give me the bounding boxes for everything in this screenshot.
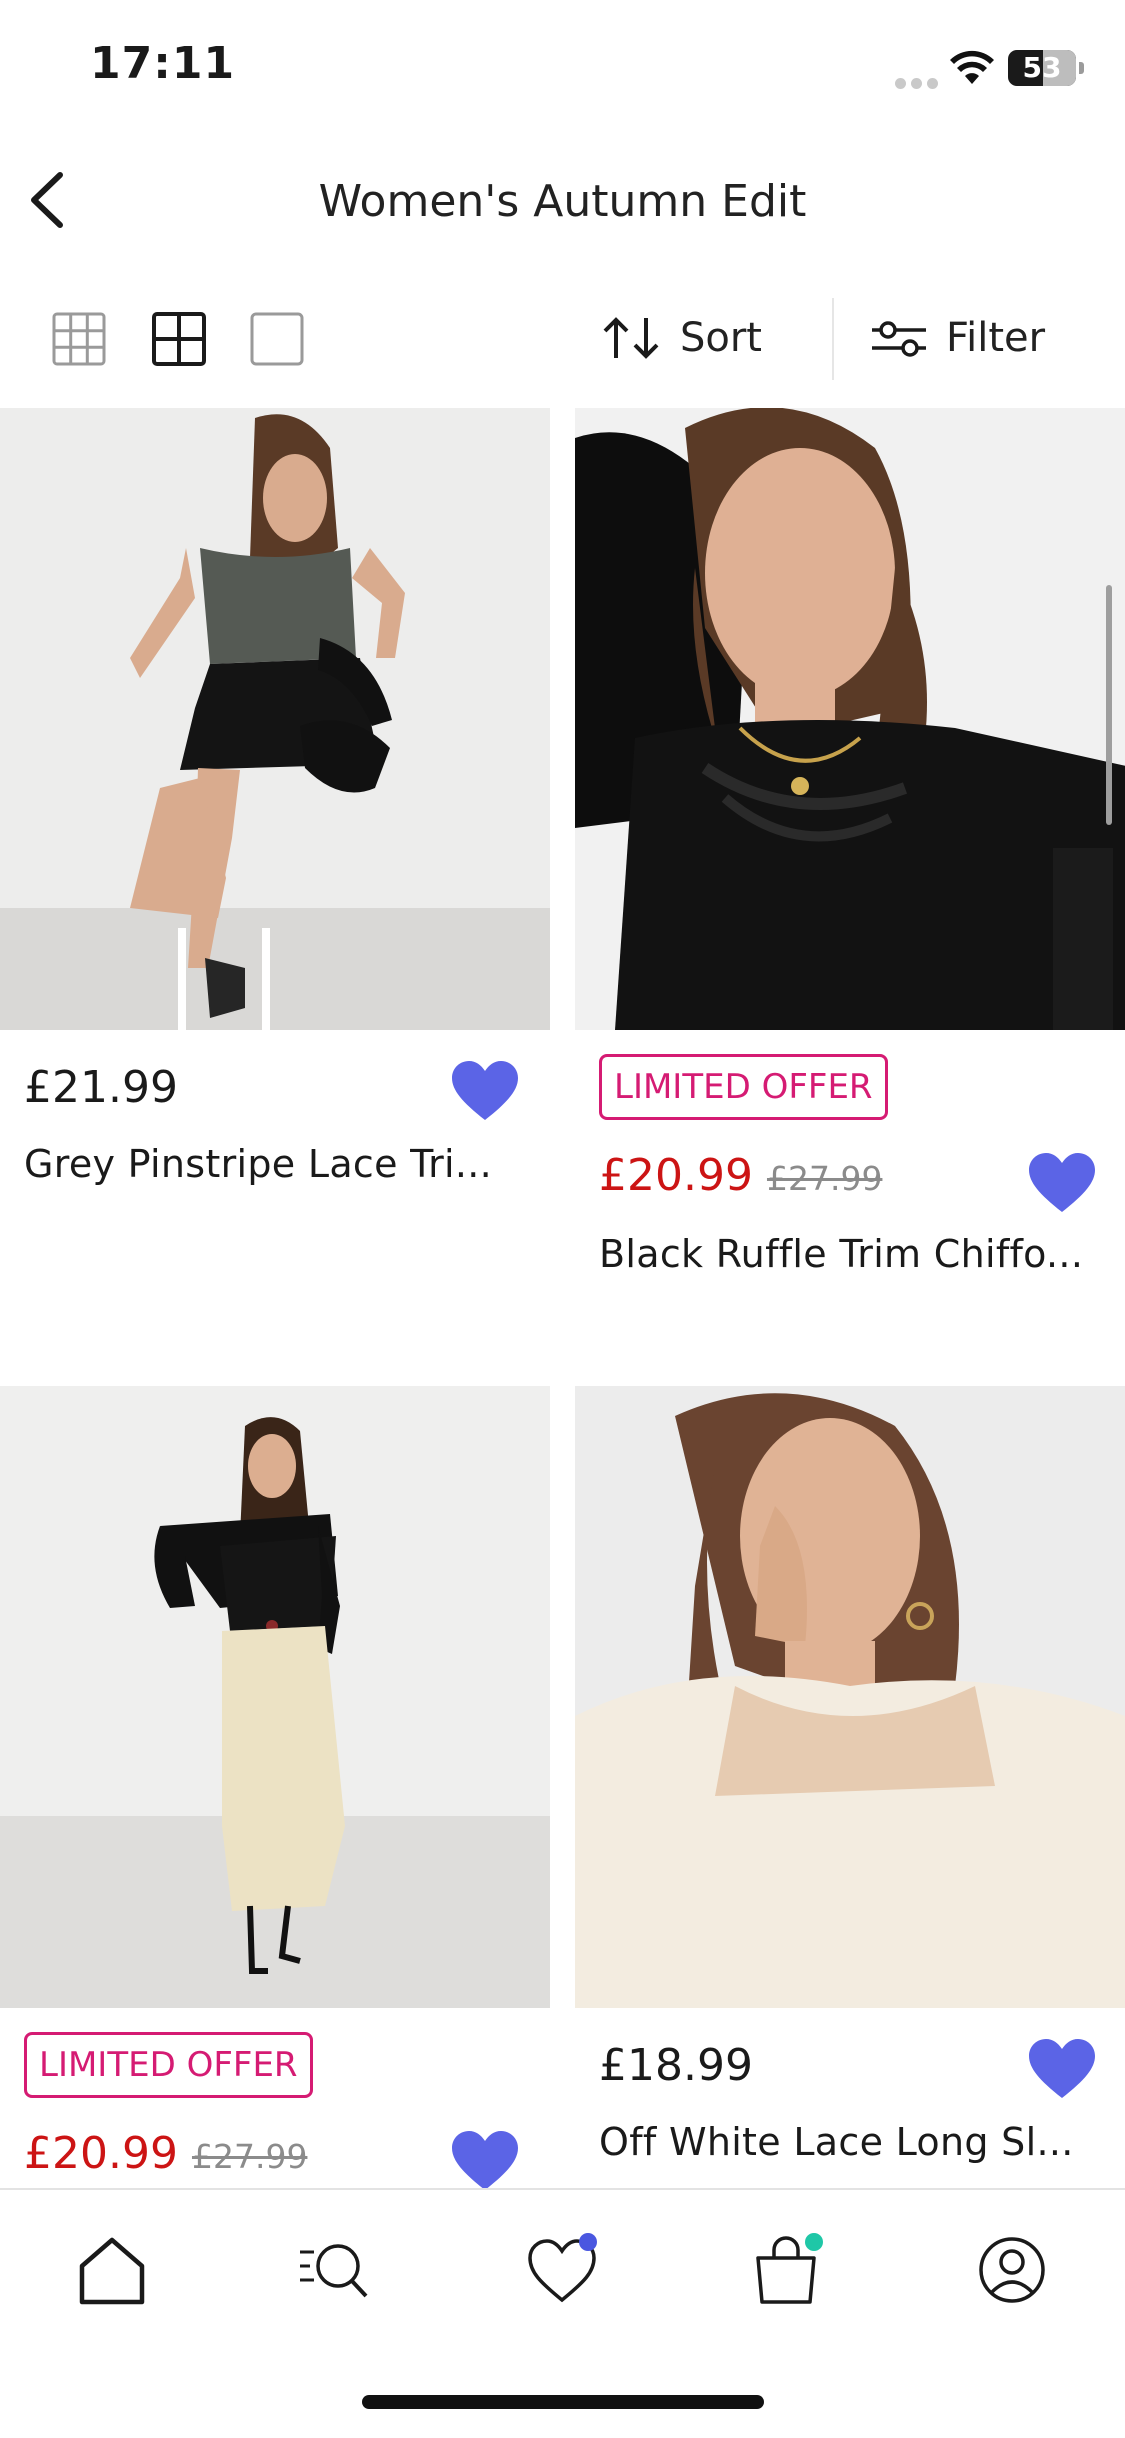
- limited-offer-badge: LIMITED OFFER: [599, 1054, 888, 1120]
- product-card[interactable]: LIMITED OFFER £20.99 £27.99 Black Ruffle …: [575, 408, 1125, 1378]
- heart-filled-icon[interactable]: [450, 1060, 520, 1122]
- product-price: £20.99 £27.99: [24, 2128, 307, 2179]
- toolbar-divider: [832, 298, 834, 380]
- search-icon[interactable]: [296, 2230, 376, 2310]
- filter-button[interactable]: Filter: [870, 308, 1045, 368]
- grid-medium-icon[interactable]: [150, 310, 208, 368]
- status-bar: 17:11 53: [0, 0, 1125, 140]
- grid-single-icon[interactable]: [248, 310, 306, 368]
- sort-label: Sort: [680, 315, 762, 361]
- product-name: Grey Pinstripe Lace Tri...: [24, 1142, 493, 1186]
- heart-filled-icon[interactable]: [1027, 2038, 1097, 2100]
- sale-price: £20.99: [24, 2128, 178, 2179]
- product-image[interactable]: [575, 408, 1125, 1030]
- product-price: £20.99 £27.99: [599, 1150, 882, 1201]
- product-name: Black Ruffle Trim Chiffo...: [599, 1232, 1084, 1276]
- product-image[interactable]: [575, 1386, 1125, 2008]
- battery-level: 53: [1022, 51, 1062, 84]
- product-card[interactable]: £21.99 Grey Pinstripe Lace Tri...: [0, 408, 550, 1378]
- sale-price: £20.99: [599, 1150, 753, 1201]
- sort-arrows-icon: [603, 317, 659, 359]
- product-card[interactable]: £18.99 Off White Lace Long Sl...: [575, 1386, 1125, 2188]
- battery-icon: 53: [1008, 50, 1084, 86]
- was-price: £27.99: [766, 1159, 883, 1198]
- product-image[interactable]: [0, 1386, 550, 2008]
- cellular-signal-icon: [895, 74, 943, 93]
- navigation-bar: Women's Autumn Edit: [0, 140, 1125, 260]
- product-price: £21.99: [24, 1062, 178, 1113]
- wifi-icon: [950, 50, 994, 84]
- home-indicator: [362, 2395, 764, 2409]
- heart-filled-icon[interactable]: [450, 2130, 520, 2188]
- product-name: Off White Lace Long Sl...: [599, 2120, 1074, 2164]
- product-card[interactable]: LIMITED OFFER £20.99 £27.99: [0, 1386, 550, 2188]
- wishlist-icon[interactable]: [522, 2230, 602, 2310]
- status-time: 17:11: [90, 38, 236, 89]
- product-price: £18.99: [599, 2040, 753, 2091]
- limited-offer-badge: LIMITED OFFER: [24, 2032, 313, 2098]
- product-grid: £21.99 Grey Pinstripe Lace Tri... LIMITE…: [0, 408, 1125, 2188]
- product-image[interactable]: [0, 408, 550, 1030]
- heart-filled-icon[interactable]: [1027, 1152, 1097, 1214]
- scrollbar[interactable]: [1106, 585, 1112, 825]
- page-title: Women's Autumn Edit: [318, 176, 807, 227]
- home-icon[interactable]: [72, 2230, 152, 2310]
- account-icon[interactable]: [972, 2230, 1052, 2310]
- sort-button[interactable]: Sort: [600, 308, 762, 368]
- filter-sliders-icon: [872, 321, 926, 357]
- was-price: £27.99: [191, 2137, 308, 2176]
- grid-small-icon[interactable]: [50, 310, 108, 368]
- listing-toolbar: Sort Filter: [0, 290, 1125, 386]
- filter-label: Filter: [946, 315, 1046, 361]
- bag-icon[interactable]: [746, 2230, 826, 2310]
